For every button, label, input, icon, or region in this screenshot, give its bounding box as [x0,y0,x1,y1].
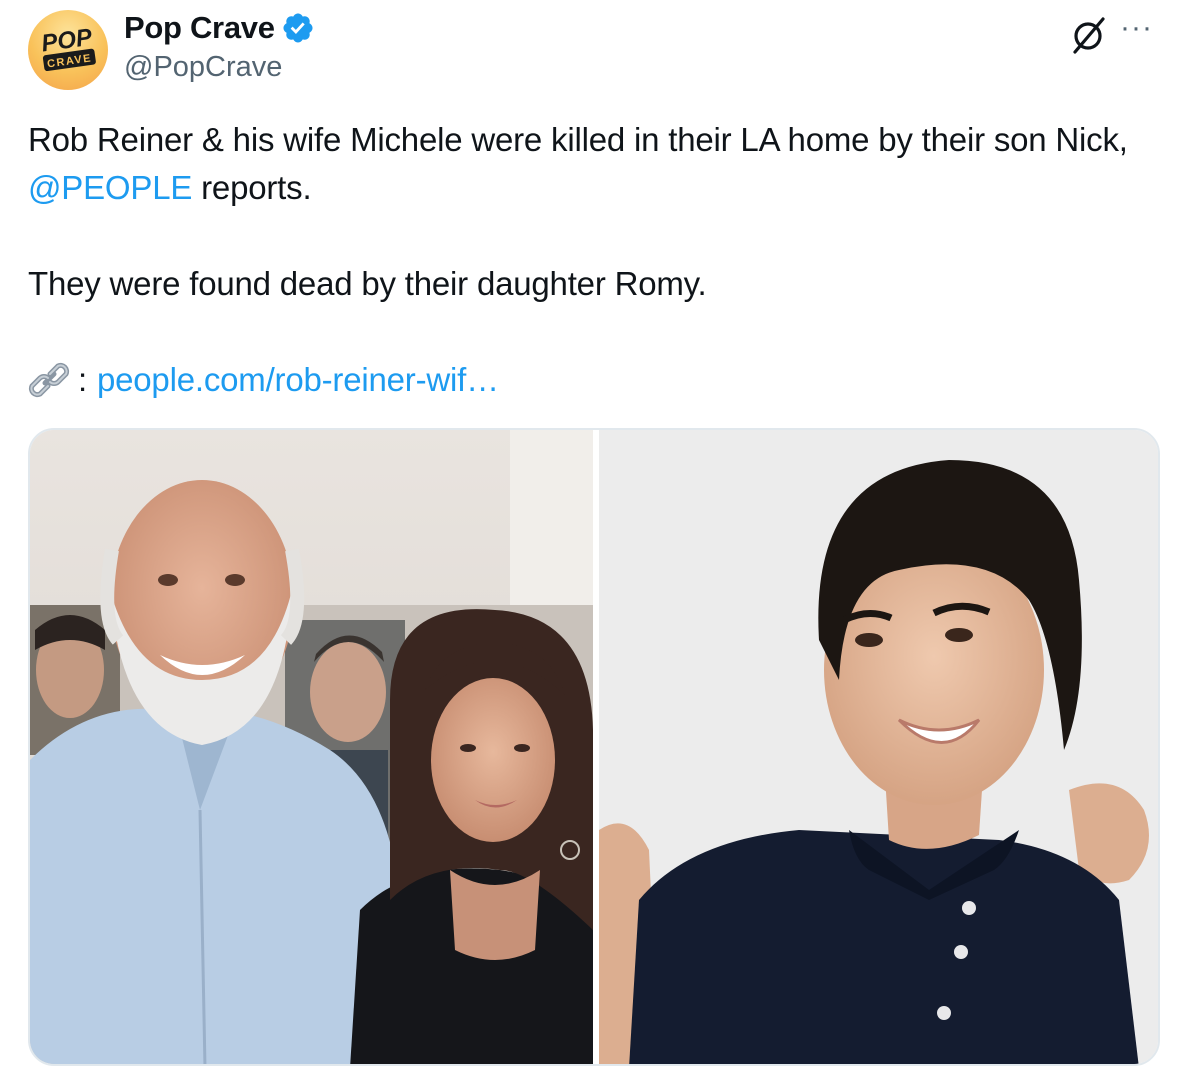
grok-icon[interactable] [1066,14,1110,58]
photo-young-man[interactable] [599,430,1158,1064]
tweet-paragraph-1: Rob Reiner & his wife Michele were kille… [28,116,1158,212]
tweet-body: Rob Reiner & his wife Michele were kille… [28,116,1158,404]
media-grid [28,428,1160,1066]
tweet-text-part: reports. [192,169,312,206]
link-prefix-colon: : [78,361,87,398]
photo-young-man-image [599,430,1158,1064]
pop-crave-logo: POP CRAVE [40,24,96,72]
display-name[interactable]: Pop Crave [124,10,275,46]
tweet-link-line: : people.com/rob-reiner-wif… [28,356,1158,404]
more-options-icon[interactable]: ··· [1120,13,1164,43]
link-emoji-icon [28,362,70,398]
tweet-paragraph-2: They were found dead by their daughter R… [28,265,707,302]
photo-couple[interactable] [30,430,593,1064]
photo-couple-image [30,430,593,1064]
verified-badge-icon[interactable] [281,11,315,45]
article-link[interactable]: people.com/rob-reiner-wif… [97,356,499,404]
people-mention-link[interactable]: @PEOPLE [28,169,192,206]
avatar[interactable]: POP CRAVE [28,10,108,90]
tweet-text-part: Rob Reiner & his wife Michele were kille… [28,121,1128,158]
user-handle[interactable]: @PopCrave [124,51,282,84]
author-name-row[interactable]: Pop Crave [124,10,315,46]
